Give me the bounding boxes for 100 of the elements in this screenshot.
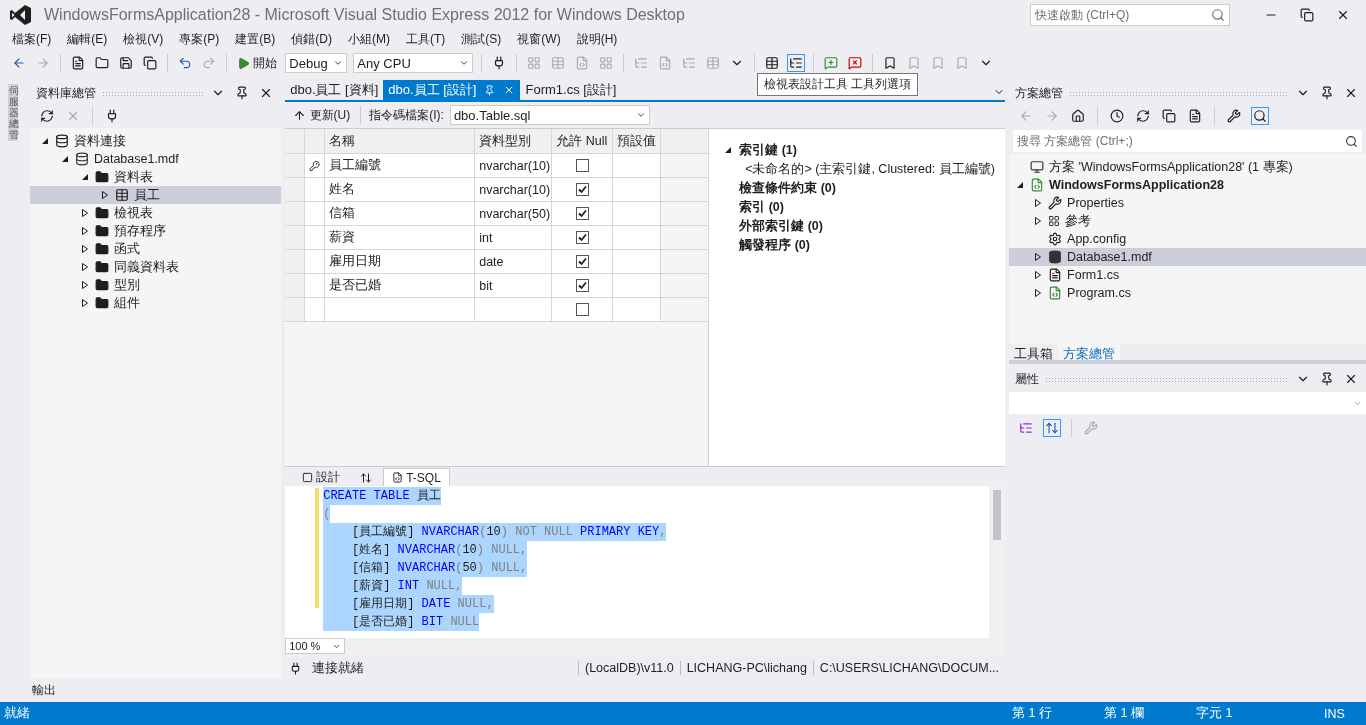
- tree-item[interactable]: Form1.cs: [1009, 266, 1366, 284]
- platform-dropdown[interactable]: Any CPU: [353, 53, 474, 73]
- key-category[interactable]: 索引鍵 (1): [739, 141, 797, 159]
- menu-item[interactable]: 檢視(V): [115, 30, 172, 48]
- side-tab[interactable]: 伺服器總管: [8, 84, 18, 141]
- key-category[interactable]: 外部索引鍵 (0): [739, 217, 823, 235]
- tree-item[interactable]: 檢視表: [29, 204, 282, 222]
- menu-item[interactable]: 專案(P): [171, 30, 228, 48]
- start-button[interactable]: 開始: [235, 52, 280, 74]
- panel-tab[interactable]: 工具箱: [1009, 344, 1059, 360]
- editor-tab[interactable]: dbo.員工 [資料]: [285, 80, 384, 100]
- table-cell: 薪資: [325, 226, 476, 250]
- expander-icon[interactable]: [1034, 289, 1043, 297]
- categorized-icon: [1019, 421, 1034, 435]
- tree-item-label: 型別: [113, 276, 140, 294]
- expander-icon[interactable]: [1034, 199, 1043, 207]
- expander-icon[interactable]: [80, 227, 89, 235]
- menu-item[interactable]: 建置(B): [227, 30, 284, 48]
- column-header: 允許 Null: [552, 129, 614, 154]
- expander-icon[interactable]: [80, 299, 89, 307]
- properties-icon: [1227, 109, 1242, 123]
- menu-item[interactable]: 說明(H): [568, 30, 626, 48]
- zoom-dropdown[interactable]: 100 %: [285, 638, 346, 654]
- editor-tab[interactable]: Form1.cs [設計]: [520, 80, 622, 100]
- database-icon: [1048, 250, 1063, 264]
- checkbox[interactable]: [575, 231, 589, 244]
- expander-icon[interactable]: [1034, 253, 1043, 261]
- expander-icon[interactable]: [80, 209, 89, 217]
- output-tab[interactable]: 輸出: [32, 681, 56, 699]
- menu-item[interactable]: 視窗(W): [509, 30, 569, 48]
- configuration-dropdown[interactable]: Debug: [285, 53, 348, 73]
- tree-item[interactable]: WindowsFormsApplication28: [1009, 176, 1366, 194]
- tree-item[interactable]: Properties: [1009, 194, 1366, 212]
- expander-icon[interactable]: [1034, 271, 1043, 279]
- save-button[interactable]: [117, 54, 135, 72]
- checkbox[interactable]: [575, 303, 589, 316]
- script-file-dropdown[interactable]: dbo.Table.sql: [449, 105, 650, 125]
- pin-icon[interactable]: [484, 84, 496, 96]
- expander-icon[interactable]: [40, 137, 49, 145]
- tree-item[interactable]: 方案 'WindowsFormsApplication28' (1 專案): [1009, 158, 1366, 176]
- tree-item-label: 組件: [113, 294, 140, 312]
- pane-tab[interactable]: T-SQL: [383, 468, 450, 486]
- tree-item[interactable]: 函式: [29, 240, 282, 258]
- tree-item[interactable]: App.config: [1009, 230, 1366, 248]
- column-number: 第 1 欄: [1104, 705, 1145, 722]
- tree-item[interactable]: Database1.mdf: [1009, 248, 1366, 266]
- menu-item[interactable]: 編輯(E): [59, 30, 116, 48]
- tree-item[interactable]: 資料表: [29, 168, 282, 186]
- property-pages-icon: [1084, 421, 1099, 435]
- checkbox[interactable]: [575, 255, 589, 268]
- folder-icon: [94, 278, 109, 292]
- checkbox[interactable]: [575, 183, 589, 196]
- key-item[interactable]: <未命名的> (主索引鍵, Clustered: 員工編號): [745, 160, 995, 178]
- tree-item[interactable]: 組件: [29, 294, 282, 312]
- alphabetical-button[interactable]: [1043, 419, 1062, 437]
- tree-item[interactable]: Program.cs: [1009, 284, 1366, 302]
- design-tools-button[interactable]: [787, 54, 806, 72]
- table-cell: int: [475, 226, 553, 250]
- tree-item[interactable]: 同義資料表: [29, 258, 282, 276]
- update-button[interactable]: 更新(U): [291, 104, 353, 126]
- menu-item[interactable]: 測試(S): [453, 30, 510, 48]
- expander-icon[interactable]: [80, 245, 89, 253]
- checkbox[interactable]: [575, 207, 589, 220]
- expander-icon[interactable]: [724, 146, 733, 154]
- tree-item[interactable]: 預存程序: [29, 222, 282, 240]
- tree-item[interactable]: 資料連接: [29, 132, 282, 150]
- pane-tab[interactable]: 設計: [293, 468, 350, 486]
- expander-icon[interactable]: [80, 281, 89, 289]
- script-file-label: 指令碼檔案(I):: [369, 106, 444, 124]
- menu-item[interactable]: 小組(M): [340, 30, 398, 48]
- menu-item[interactable]: 工具(T): [398, 30, 454, 48]
- insert-mode: INS: [1324, 706, 1346, 721]
- editor-tab[interactable]: dbo.員工 [設計]: [383, 80, 521, 100]
- save-all-button[interactable]: [141, 54, 159, 72]
- key-category[interactable]: 檢查條件約束 (0): [739, 179, 836, 197]
- sql-icon: [392, 472, 404, 483]
- checkbox[interactable]: [575, 279, 589, 292]
- tree-item-label: 函式: [113, 240, 140, 258]
- quick-launch-field[interactable]: 快速啟動 (Ctrl+Q): [1030, 4, 1230, 26]
- restore-button[interactable]: [1298, 6, 1316, 24]
- expander-icon[interactable]: [80, 263, 89, 271]
- tree-item[interactable]: Database1.mdf: [29, 150, 282, 168]
- tree-item[interactable]: 型別: [29, 276, 282, 294]
- expander-icon[interactable]: [1016, 181, 1025, 189]
- key-category[interactable]: 觸發程序 (0): [739, 236, 810, 254]
- preview-button[interactable]: [1251, 107, 1270, 125]
- panel-tab[interactable]: 方案總管: [1058, 344, 1121, 360]
- expander-icon[interactable]: [100, 191, 109, 199]
- next-bookmark-icon: [931, 56, 946, 70]
- menu-item[interactable]: 檔案(F): [4, 30, 60, 48]
- previous-bookmark-icon: [907, 56, 922, 70]
- expander-icon[interactable]: [60, 155, 69, 163]
- expander-icon[interactable]: [1034, 217, 1043, 225]
- checkbox[interactable]: [575, 159, 589, 172]
- key-category[interactable]: 索引 (0): [739, 198, 784, 216]
- search-field[interactable]: 搜尋 方案總管 (Ctrl+;): [1013, 130, 1362, 152]
- tree-item[interactable]: 參考: [1009, 212, 1366, 230]
- expander-icon[interactable]: [80, 173, 89, 181]
- tree-item[interactable]: 員工: [29, 186, 282, 204]
- menu-item[interactable]: 偵錯(D): [283, 30, 340, 48]
